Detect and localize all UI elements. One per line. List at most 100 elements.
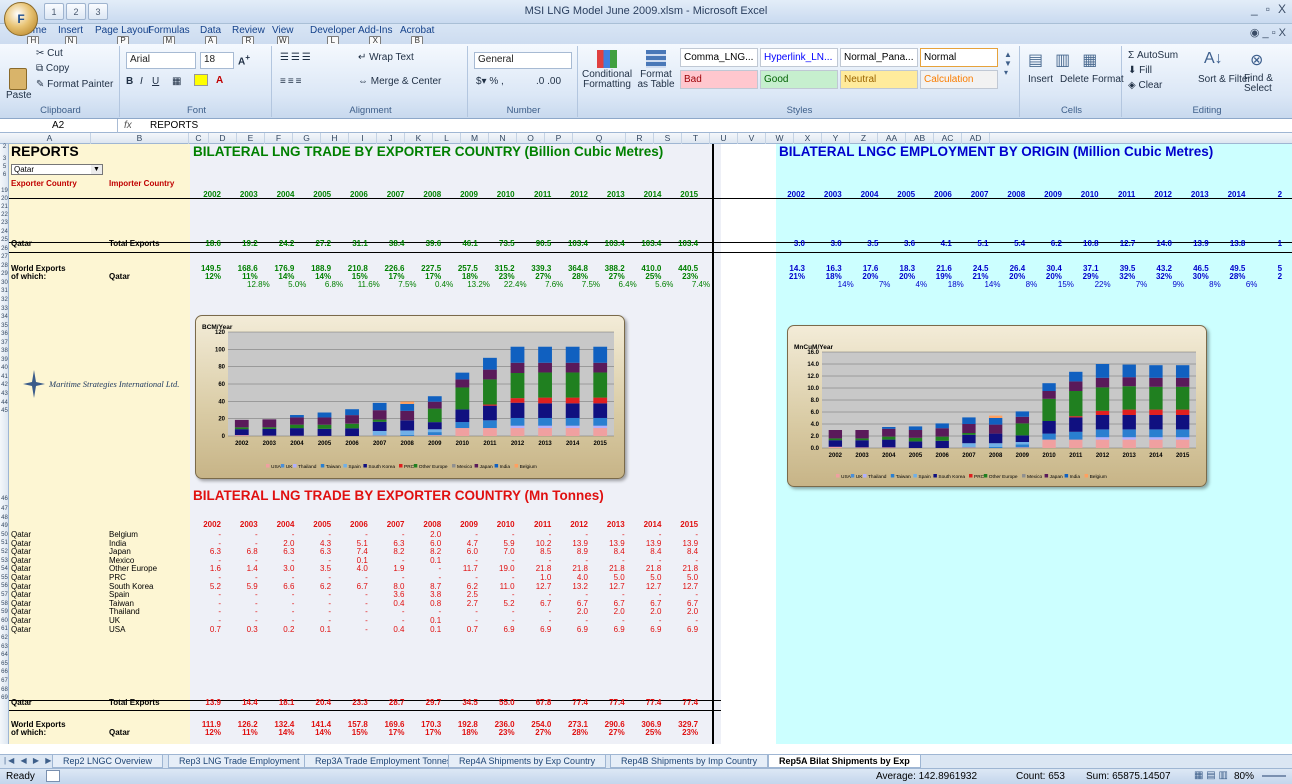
bcm-chart[interactable]: BCM/Year 0 20 40 60 80 100 120 2002 2003 2004 2005 2… <box>195 315 625 479</box>
row-header-2[interactable]: 2 <box>0 144 9 151</box>
format-cells-button[interactable]: Format <box>1092 74 1124 85</box>
column-header-l[interactable]: L <box>433 133 461 144</box>
cell-style-normal-pana-[interactable]: Normal_Pana... <box>840 48 918 67</box>
row-header-21[interactable]: 21 <box>0 204 9 211</box>
font-size-select[interactable]: 18 <box>200 52 234 69</box>
row-header-31[interactable]: 31 <box>0 288 9 295</box>
column-header-h[interactable]: H <box>321 133 349 144</box>
cell-style-comma-lng-[interactable]: Comma_LNG... <box>680 48 758 67</box>
row-header-47[interactable]: 47 <box>0 506 9 513</box>
row-header-52[interactable]: 52 <box>0 549 9 556</box>
column-header-i[interactable]: I <box>349 133 377 144</box>
minimize-button[interactable]: _ <box>1251 2 1258 16</box>
column-header-r[interactable]: R <box>626 133 654 144</box>
row-header-28[interactable]: 28 <box>0 263 9 270</box>
cell-style-bad[interactable]: Bad <box>680 70 758 89</box>
row-header-32[interactable]: 32 <box>0 297 9 304</box>
row-header-35[interactable]: 35 <box>0 323 9 330</box>
row-header-27[interactable]: 27 <box>0 254 9 261</box>
align-left-icon[interactable]: ≡≡≡ <box>280 76 304 87</box>
maximize-button[interactable]: ▫ <box>1266 2 1270 16</box>
column-header-p[interactable]: P <box>545 133 573 144</box>
column-header-f[interactable]: F <box>265 133 293 144</box>
conditional-formatting-button[interactable]: Conditional Formatting <box>582 50 632 90</box>
autosum-button[interactable]: Σ AutoSum <box>1128 50 1178 61</box>
exporter-dropdown[interactable]: Qatar ▼ <box>11 164 103 175</box>
row-header-34[interactable]: 34 <box>0 314 9 321</box>
ribbon-tab-review[interactable]: Review R <box>232 26 265 45</box>
formula-input[interactable]: REPORTS <box>150 119 198 132</box>
row-header-45[interactable]: 45 <box>0 408 9 415</box>
worksheet-grid[interactable]: REPORTS Qatar ▼ Exporter Country Importe… <box>9 144 1292 744</box>
workbook-minimize-button[interactable]: _ <box>1263 27 1269 39</box>
row-header-39[interactable]: 39 <box>0 357 9 364</box>
row-header-23[interactable]: 23 <box>0 220 9 227</box>
row-header-25[interactable]: 25 <box>0 237 9 244</box>
column-header-m[interactable]: M <box>461 133 489 144</box>
row-header-5[interactable]: 5 <box>0 164 9 171</box>
delete-cells-button[interactable]: Delete <box>1060 74 1089 85</box>
currency-icon[interactable]: $▾ % , <box>476 76 504 87</box>
row-header-61[interactable]: 61 <box>0 626 9 633</box>
align-top-icon[interactable]: ☰☰☰ <box>280 52 313 63</box>
workbook-close-button[interactable]: X <box>1279 27 1286 39</box>
styles-scroll-icon[interactable]: ▲ ▼ ▾ <box>1004 50 1012 77</box>
column-header-e[interactable]: E <box>237 133 265 144</box>
row-header-49[interactable]: 49 <box>0 523 9 530</box>
copy-button[interactable]: ⧉ Copy <box>36 63 69 74</box>
row-header-36[interactable]: 36 <box>0 331 9 338</box>
row-header-69[interactable]: 69 <box>0 695 9 702</box>
row-header-24[interactable]: 24 <box>0 229 9 236</box>
decimal-icon[interactable]: .0 .00 <box>536 76 561 87</box>
row-header-63[interactable]: 63 <box>0 644 9 651</box>
font-name-select[interactable]: Arial <box>126 52 196 69</box>
row-header-53[interactable]: 53 <box>0 558 9 565</box>
column-header-x[interactable]: X <box>794 133 822 144</box>
row-header-41[interactable]: 41 <box>0 374 9 381</box>
sheet-tab-1[interactable]: Rep3 LNG Trade Employment <box>168 755 311 768</box>
column-header-d[interactable]: D <box>209 133 237 144</box>
cell-style-calculation[interactable]: Calculation <box>920 70 998 89</box>
row-header-55[interactable]: 55 <box>0 575 9 582</box>
row-header-44[interactable]: 44 <box>0 400 9 407</box>
cell-style-neutral[interactable]: Neutral <box>840 70 918 89</box>
sheet-tab-2[interactable]: Rep3A Trade Employment Tonnes <box>304 755 463 768</box>
close-button[interactable]: X <box>1278 2 1286 16</box>
column-header-ab[interactable]: AB <box>906 133 934 144</box>
row-header-66[interactable]: 66 <box>0 669 9 676</box>
sheet-tab-0[interactable]: Rep2 LNGC Overview <box>52 755 164 768</box>
ribbon-tab-acrobat[interactable]: Acrobat B <box>400 26 434 45</box>
row-header-30[interactable]: 30 <box>0 280 9 287</box>
row-header-43[interactable]: 43 <box>0 391 9 398</box>
column-header-u[interactable]: U <box>710 133 738 144</box>
column-header-z[interactable]: Z <box>850 133 878 144</box>
column-header-t[interactable]: T <box>682 133 710 144</box>
row-header-50[interactable]: 50 <box>0 532 9 539</box>
help-icon[interactable]: ◉ <box>1250 27 1260 39</box>
ribbon-tab-developer[interactable]: Developer L <box>310 26 356 45</box>
row-header-57[interactable]: 57 <box>0 592 9 599</box>
row-header-46[interactable]: 46 <box>0 496 9 503</box>
underline-button[interactable]: U <box>152 76 159 87</box>
row-header-40[interactable]: 40 <box>0 365 9 372</box>
dropdown-arrow-icon[interactable]: ▼ <box>91 165 102 174</box>
row-header-68[interactable]: 68 <box>0 687 9 694</box>
row-header-60[interactable]: 60 <box>0 618 9 625</box>
sheet-tab-3[interactable]: Rep4A Shipments by Exp Country <box>448 755 607 768</box>
row-header-29[interactable]: 29 <box>0 271 9 278</box>
ribbon-tab-insert[interactable]: Insert N <box>58 26 83 45</box>
row-header-65[interactable]: 65 <box>0 661 9 668</box>
column-header-j[interactable]: J <box>377 133 405 144</box>
cut-button[interactable]: ✂ Cut <box>36 48 63 59</box>
row-header-20[interactable]: 20 <box>0 196 9 203</box>
clear-button[interactable]: ◈ Clear <box>1128 80 1162 91</box>
column-header-g[interactable]: G <box>293 133 321 144</box>
function-icon[interactable]: fx <box>124 119 132 132</box>
zoom-level[interactable]: 80% <box>1234 771 1254 782</box>
paste-button[interactable]: Paste <box>6 68 32 101</box>
column-header-c[interactable]: C <box>189 133 209 144</box>
row-header-42[interactable]: 42 <box>0 382 9 389</box>
row-header-38[interactable]: 38 <box>0 348 9 355</box>
row-header-67[interactable]: 67 <box>0 678 9 685</box>
row-header-6[interactable]: 6 <box>0 172 9 179</box>
